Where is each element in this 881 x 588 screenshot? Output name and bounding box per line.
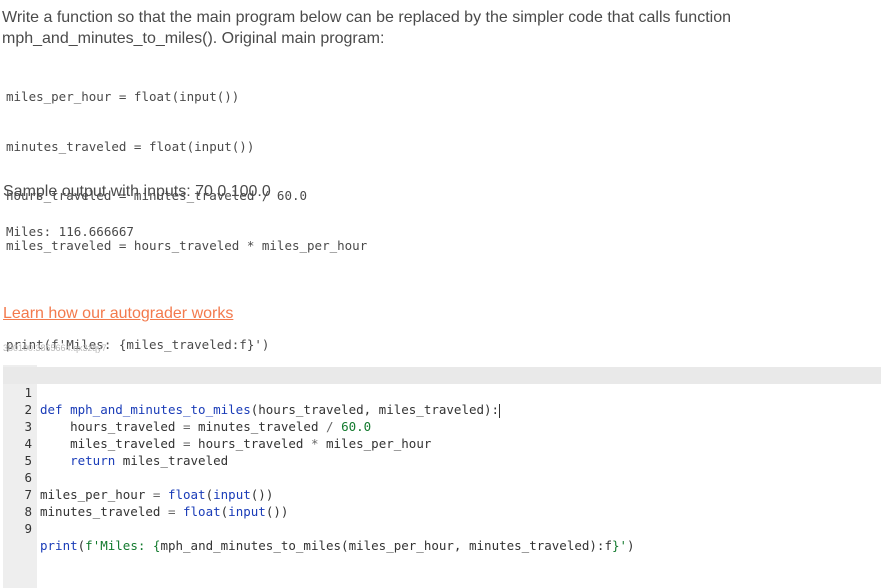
editor-line-6[interactable]: 6 miles_per_hour = float(input()) (3, 452, 881, 502)
editor-line-7[interactable]: 7 minutes_traveled = float(input()) (3, 469, 881, 519)
code-editor[interactable]: 1 def mph_and_minutes_to_miles(hours_tra… (3, 365, 881, 588)
editor-line-1[interactable]: 1 def mph_and_minutes_to_miles(hours_tra… (3, 367, 881, 418)
problem-statement: Write a function so that the main progra… (2, 7, 862, 49)
line-number: 9 (24, 521, 32, 536)
editor-line-3[interactable]: 3 miles_traveled = hours_traveled * mile… (3, 401, 881, 451)
code-line: minutes_traveled = float(input()) (6, 138, 255, 154)
sample-output-code: Miles: 116.666667 (6, 224, 134, 239)
code-line: miles_per_hour = float(input()) (6, 89, 240, 104)
prompt-line-2: mph_and_minutes_to_miles(). Original mai… (2, 30, 385, 47)
editor-line-4[interactable]: 4 return miles_traveled (3, 418, 881, 468)
editor-lines[interactable]: 1 def mph_and_minutes_to_miles(hours_tra… (3, 367, 881, 553)
challenge-id: 360100.3865664.qx3zqy7 (3, 343, 107, 353)
sample-output-label: Sample output with inputs: 70.0 100.0 (3, 183, 271, 200)
editor-line-8[interactable]: 8 (3, 486, 881, 519)
editor-line-2[interactable]: 2 hours_traveled = minutes_traveled / 60… (3, 384, 881, 434)
prompt-line-1: Write a function so that the main progra… (2, 9, 731, 26)
autograder-link[interactable]: Learn how our autograder works (3, 305, 233, 323)
editor-line-5[interactable]: 5 (3, 435, 881, 468)
editor-line-text[interactable]: print(f'Miles: {mph_and_minutes_to_miles… (40, 537, 635, 554)
editor-line-9[interactable]: 9 print(f'Miles: {mph_and_minutes_to_mil… (3, 503, 881, 553)
